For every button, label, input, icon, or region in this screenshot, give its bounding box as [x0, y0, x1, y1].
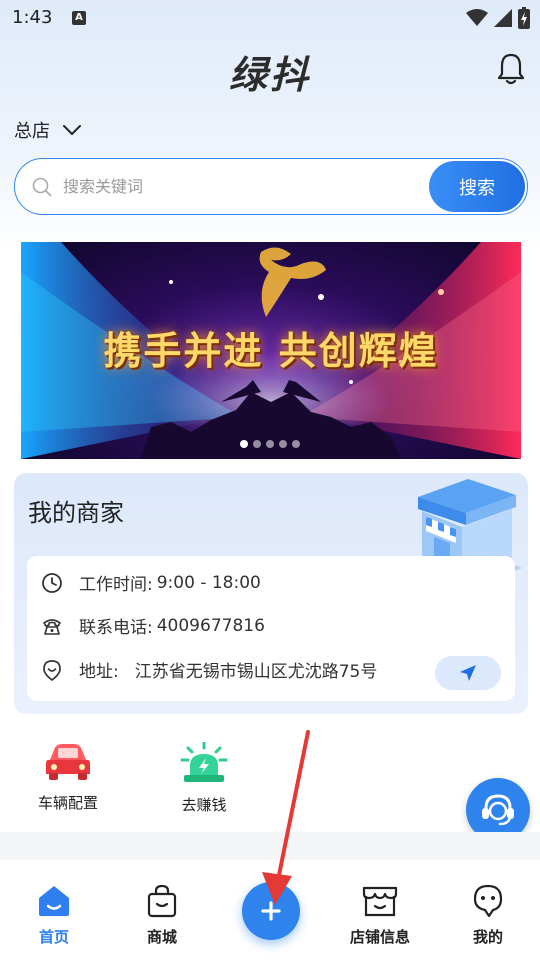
wifi-icon [466, 9, 488, 26]
hours-value: 9:00 - 18:00 [156, 572, 261, 593]
banner-dot[interactable] [279, 440, 287, 448]
siren-icon [180, 740, 228, 782]
address-row: 地址: 江苏省无锡市锡山区尤沈路75号 [41, 657, 377, 682]
bottom-navigation: 首页 商城 店铺信息 我的 [0, 860, 540, 960]
telephone-icon [41, 615, 63, 637]
address-label: 地址: [79, 662, 119, 682]
app-title: 绿抖 [228, 53, 311, 97]
add-button[interactable] [242, 882, 300, 940]
merchant-info-box: 工作时间: 9:00 - 18:00 联系电话: 4009677816 地址: … [27, 556, 515, 701]
merchant-card: 我的商家 工作时间: 9:00 - 18:00 联系电话: 4009677816… [14, 473, 528, 714]
shopping-bag-icon [147, 884, 177, 918]
quick-action-vehicle-config[interactable]: 车辆配置 [18, 742, 118, 813]
hours-row: 工作时间: 9:00 - 18:00 [41, 570, 261, 595]
navigate-button[interactable] [435, 656, 501, 690]
tab-label: 首页 [38, 928, 69, 946]
home-icon [39, 886, 69, 916]
store-selector-label: 总店 [14, 121, 50, 142]
status-icons [466, 7, 530, 29]
search-bar: 搜索 [14, 158, 528, 215]
navigation-arrow-icon [460, 665, 476, 681]
tab-me[interactable]: 我的 [448, 884, 528, 947]
section-divider [0, 832, 540, 860]
notification-a-icon: A [72, 11, 86, 25]
tab-label: 商城 [146, 928, 177, 946]
search-icon [32, 177, 52, 197]
chevron-down-icon [63, 125, 81, 136]
profile-icon [473, 884, 503, 918]
clock-icon [41, 572, 63, 594]
banner-title: 携手并进 共创辉煌 [103, 328, 439, 373]
phone-row[interactable]: 联系电话: 4009677816 [41, 613, 265, 638]
merchant-title: 我的商家 [28, 499, 124, 527]
status-bar: 1:43 A [0, 0, 540, 36]
tab-label: 我的 [472, 928, 503, 946]
car-icon [46, 744, 90, 780]
location-pin-icon [41, 659, 63, 681]
tab-mall[interactable]: 商城 [122, 884, 202, 947]
promo-banner[interactable]: 携手并进 共创辉煌 [21, 242, 521, 459]
plus-icon [261, 901, 281, 921]
phone-label: 联系电话: [79, 618, 153, 638]
address-value: 江苏省无锡市锡山区尤沈路75号 [134, 662, 378, 682]
store-selector[interactable]: 总店 [14, 117, 82, 143]
tab-store-info[interactable]: 店铺信息 [340, 884, 420, 947]
battery-icon [518, 7, 530, 29]
quick-action-label: 车辆配置 [37, 794, 98, 812]
banner-pagination [240, 440, 300, 448]
tab-label: 店铺信息 [349, 928, 410, 946]
banner-dot[interactable] [253, 440, 261, 448]
quick-action-label: 去赚钱 [181, 796, 227, 814]
banner-dot[interactable] [266, 440, 274, 448]
search-input[interactable] [63, 159, 433, 213]
signal-icon [494, 9, 512, 27]
status-time: 1:43 [12, 7, 53, 28]
banner-dot[interactable] [240, 440, 248, 448]
store-icon [362, 886, 398, 917]
hours-label: 工作时间: [79, 575, 153, 595]
quick-action-earn-money[interactable]: 去赚钱 [154, 740, 254, 815]
bell-icon[interactable] [496, 52, 526, 86]
tab-home[interactable]: 首页 [14, 884, 94, 947]
banner-dot[interactable] [292, 440, 300, 448]
phone-value: 4009677816 [156, 615, 265, 636]
search-button[interactable]: 搜索 [429, 161, 525, 212]
headset-icon [482, 794, 514, 826]
